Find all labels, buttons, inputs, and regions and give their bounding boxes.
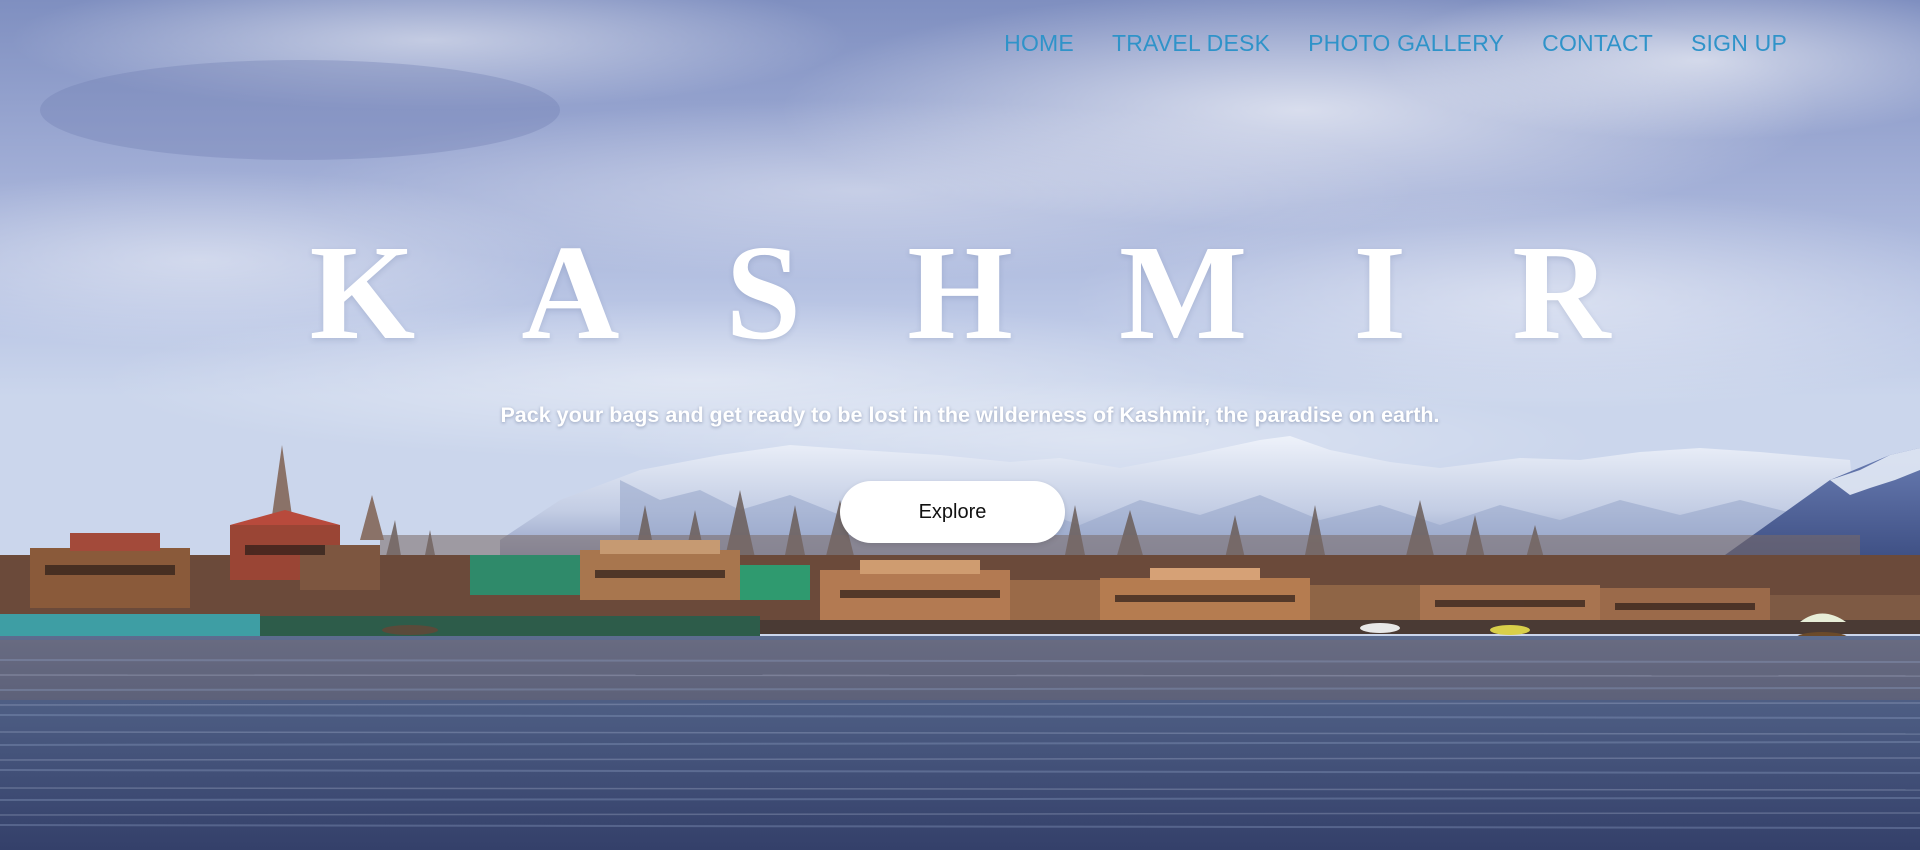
hero-section: HOME TRAVEL DESK PHOTO GALLERY CONTACT S… <box>0 0 1920 850</box>
nav-contact-link[interactable]: CONTACT <box>1542 30 1653 57</box>
nav-photo-gallery-link[interactable]: PHOTO GALLERY <box>1308 30 1504 57</box>
explore-button[interactable]: Explore <box>840 481 1065 543</box>
nav-home-link[interactable]: HOME <box>1004 30 1074 57</box>
nav-sign-up-link[interactable]: SIGN UP <box>1691 30 1787 57</box>
hero-title-text: KASHMIR <box>309 218 1717 368</box>
hero-title: KASHMIR <box>0 225 1920 361</box>
hero-tagline: Pack your bags and get ready to be lost … <box>500 403 1440 427</box>
main-nav: HOME TRAVEL DESK PHOTO GALLERY CONTACT S… <box>1004 30 1787 57</box>
nav-travel-desk-link[interactable]: TRAVEL DESK <box>1112 30 1270 57</box>
